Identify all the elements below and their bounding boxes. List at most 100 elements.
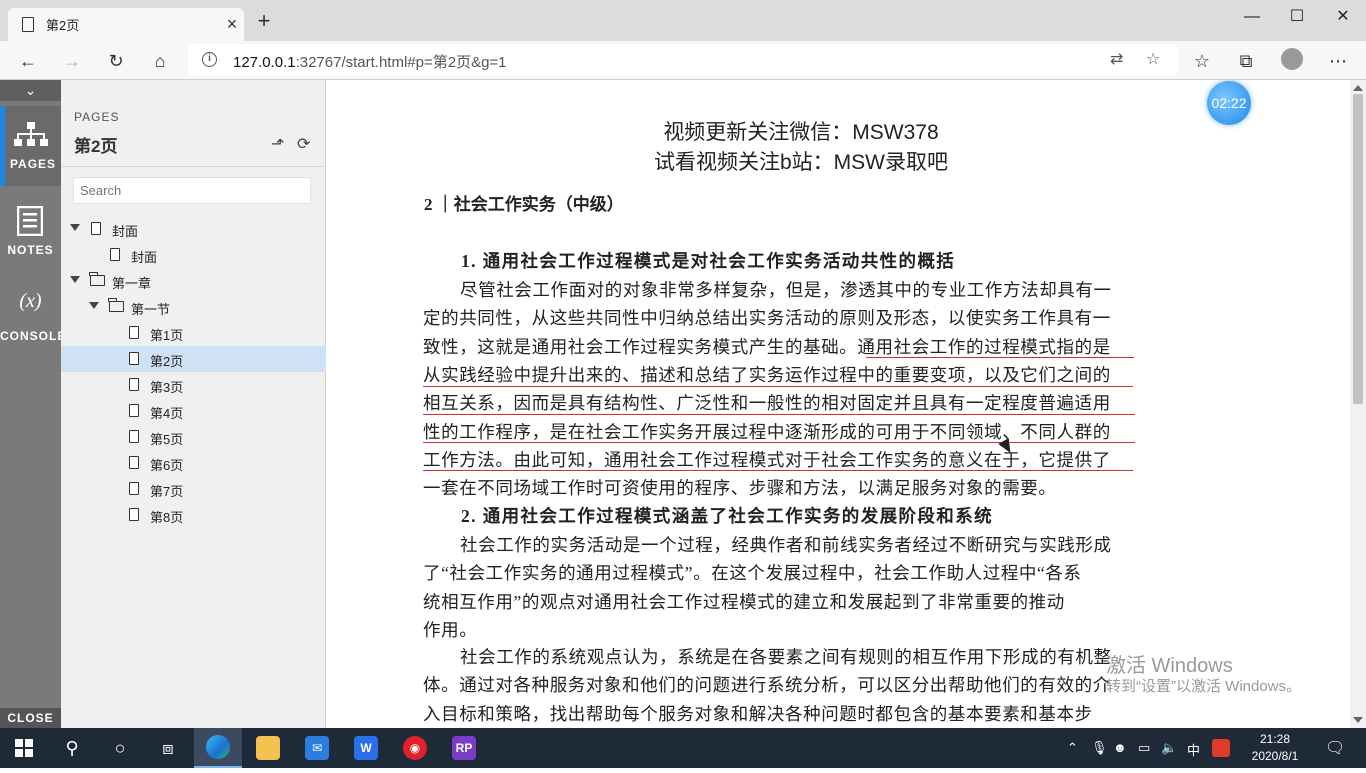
hotspot-icon[interactable]: ⟳ — [297, 134, 310, 154]
window-close-button[interactable]: ✕ — [1320, 6, 1366, 28]
translate-icon[interactable]: ⇄ — [1110, 49, 1123, 69]
tree-item[interactable]: 第一章 — [61, 268, 326, 294]
notifications-icon[interactable]: 🗨 — [1325, 738, 1345, 758]
tree-item[interactable]: 第5页 — [61, 424, 326, 450]
back-button[interactable]: ← — [14, 47, 42, 75]
tree-item-label: 第一节 — [131, 302, 171, 317]
page-icon — [129, 482, 139, 495]
tray-expand-icon[interactable]: ⌃ — [1067, 740, 1078, 756]
scroll-down-arrow-icon[interactable] — [1353, 717, 1363, 723]
tree-item-label: 第3页 — [150, 380, 184, 395]
notes-rail-button[interactable]: NOTES — [0, 190, 61, 270]
open-in-new-icon[interactable]: ⬏ — [271, 134, 284, 154]
more-menu-icon[interactable]: ⋯ — [1324, 47, 1352, 75]
url-text[interactable]: 127.0.0.1:32767/start.html#p=第2页&g=1 — [233, 51, 507, 72]
browser-tab-strip: 第2页 × + — ☐ ✕ — [0, 0, 1366, 41]
page-icon — [129, 352, 139, 365]
browser-toolbar: ← → ↻ ⌂ i 127.0.0.1:32767/start.html#p=第… — [0, 41, 1366, 80]
recording-timer-badge[interactable]: 02:22 — [1207, 81, 1251, 125]
section-heading-2: 2. 通用社会工作过程模式涵盖了社会工作实务的发展阶段和系统 — [461, 506, 993, 526]
file-explorer-icon[interactable] — [256, 736, 280, 760]
page-icon — [129, 378, 139, 391]
tree-item-label: 第2页 — [150, 354, 184, 369]
tree-item[interactable]: 第6页 — [61, 450, 326, 476]
browser-tab[interactable]: 第2页 × — [8, 8, 244, 41]
tab-title: 第2页 — [46, 18, 80, 33]
microphone-icon[interactable]: 🎙 — [1091, 740, 1108, 756]
text-line: 社会工作的系统观点认为，系统是在各要素之间有规则的相互作用下形成的有机整 — [460, 647, 1112, 667]
refresh-button[interactable]: ↻ — [102, 47, 130, 75]
mail-icon[interactable]: ✉ — [305, 736, 329, 760]
page-icon — [91, 222, 101, 235]
address-bar[interactable]: i 127.0.0.1:32767/start.html#p=第2页&g=1 ⇄… — [188, 44, 1178, 76]
expand-arrow-icon[interactable] — [70, 224, 80, 231]
tree-item-label: 第5页 — [150, 432, 184, 447]
wps-office-icon[interactable]: W — [354, 736, 378, 760]
notes-icon — [17, 206, 43, 236]
expand-arrow-icon[interactable] — [70, 276, 80, 283]
tree-item[interactable]: 第一节 — [61, 294, 326, 320]
tree-item[interactable]: 第8页 — [61, 502, 326, 528]
console-rail-button[interactable]: (x) CONSOLE — [0, 276, 65, 356]
tree-item[interactable]: 第4页 — [61, 398, 326, 424]
new-tab-button[interactable]: + — [252, 8, 276, 34]
scroll-up-arrow-icon[interactable] — [1353, 85, 1363, 91]
sitemap-icon — [14, 122, 48, 146]
maximize-button[interactable]: ☐ — [1274, 6, 1320, 28]
url-host: 127.0.0.1 — [233, 54, 296, 71]
home-button[interactable]: ⌂ — [146, 47, 174, 75]
collections-icon[interactable]: ⧉ — [1232, 47, 1260, 75]
page-content: 视频更新关注微信：MSW378 试看视频关注b站：MSW录取吧 2 ｜社会工作实… — [326, 80, 1350, 728]
tree-item[interactable]: 封面 — [61, 242, 326, 268]
ime-indicator[interactable]: 中 — [1187, 740, 1200, 759]
page-icon — [129, 404, 139, 417]
system-clock[interactable]: 21:28 2020/8/1 — [1240, 731, 1310, 765]
favorite-star-icon[interactable]: ☆ — [1146, 49, 1160, 69]
expand-arrow-icon[interactable] — [89, 302, 99, 309]
content-scrollbar[interactable] — [1350, 80, 1366, 728]
task-view-icon[interactable]: ⧈ — [144, 728, 192, 768]
notes-rail-label: NOTES — [7, 243, 54, 257]
close-sidebar-button[interactable]: CLOSE — [0, 708, 61, 728]
tree-item[interactable]: 第3页 — [61, 372, 326, 398]
page-icon — [129, 508, 139, 521]
axure-rp-icon[interactable]: RP — [452, 736, 476, 760]
search-input[interactable] — [73, 177, 311, 204]
tree-item-label: 第4页 — [150, 406, 184, 421]
text-line: 社会工作的实务活动是一个过程，经典作者和前线实务者经过不断研究与实践形成 — [460, 535, 1112, 555]
profile-avatar[interactable] — [1281, 48, 1303, 70]
pages-rail-button[interactable]: PAGES — [0, 106, 61, 186]
scrollbar-thumb[interactable] — [1353, 94, 1363, 404]
text-line: 体。通过对各种服务对象和他们的问题进行系统分析，可以区分出帮助他们的有效的介 — [423, 675, 1111, 696]
text-line: 入目标和策略，找出帮助每个服务对象和解决各种问题时都包含的基本要素和基本步 — [423, 703, 1093, 724]
battery-icon[interactable]: ▭ — [1138, 740, 1150, 756]
windows-taskbar: ⚲ ○ ⧈ ✉ W ◉ RP ⌃ 🎙 ☻ ▭ 🔈 中 21:28 2020/8/… — [0, 728, 1366, 768]
edge-browser-icon[interactable] — [194, 728, 242, 768]
tree-item[interactable]: 封面 — [61, 216, 326, 242]
tree-item[interactable]: 第7页 — [61, 476, 326, 502]
qq-icon[interactable]: ☻ — [1113, 740, 1127, 755]
start-windows-icon[interactable] — [0, 728, 48, 768]
cortana-icon[interactable]: ○ — [96, 728, 144, 768]
volume-icon[interactable]: 🔈 — [1161, 740, 1177, 756]
folder-icon — [89, 272, 105, 286]
minimize-button[interactable]: — — [1229, 6, 1275, 28]
windows-logo-icon — [15, 739, 33, 757]
watermark-line-1: 视频更新关注微信：MSW378 — [663, 121, 939, 144]
site-info-icon[interactable]: i — [202, 52, 217, 67]
sidebar-rail: ⌄ PAGES NOTES (x) CONSOLE CLOSE — [0, 80, 65, 728]
panel-divider — [61, 166, 326, 167]
page-icon — [129, 430, 139, 443]
page-icon — [22, 17, 34, 32]
search-icon[interactable]: ⚲ — [48, 728, 96, 768]
collapse-chevron-icon[interactable]: ⌄ — [0, 80, 61, 101]
forward-button[interactable]: → — [58, 47, 86, 75]
sogou-input-icon[interactable] — [1212, 739, 1230, 757]
text-line: 尽管社会工作面对的对象非常多样复杂，但是，渗透其中的专业工作方法却具有一 — [460, 280, 1112, 300]
favorites-icon[interactable]: ☆ — [1188, 47, 1216, 75]
close-tab-icon[interactable]: × — [220, 14, 244, 35]
tree-item[interactable]: 第1页 — [61, 320, 326, 346]
tree-item-label: 第8页 — [150, 510, 184, 525]
tree-item[interactable]: 第2页 — [61, 346, 326, 372]
netease-music-icon[interactable]: ◉ — [403, 736, 427, 760]
